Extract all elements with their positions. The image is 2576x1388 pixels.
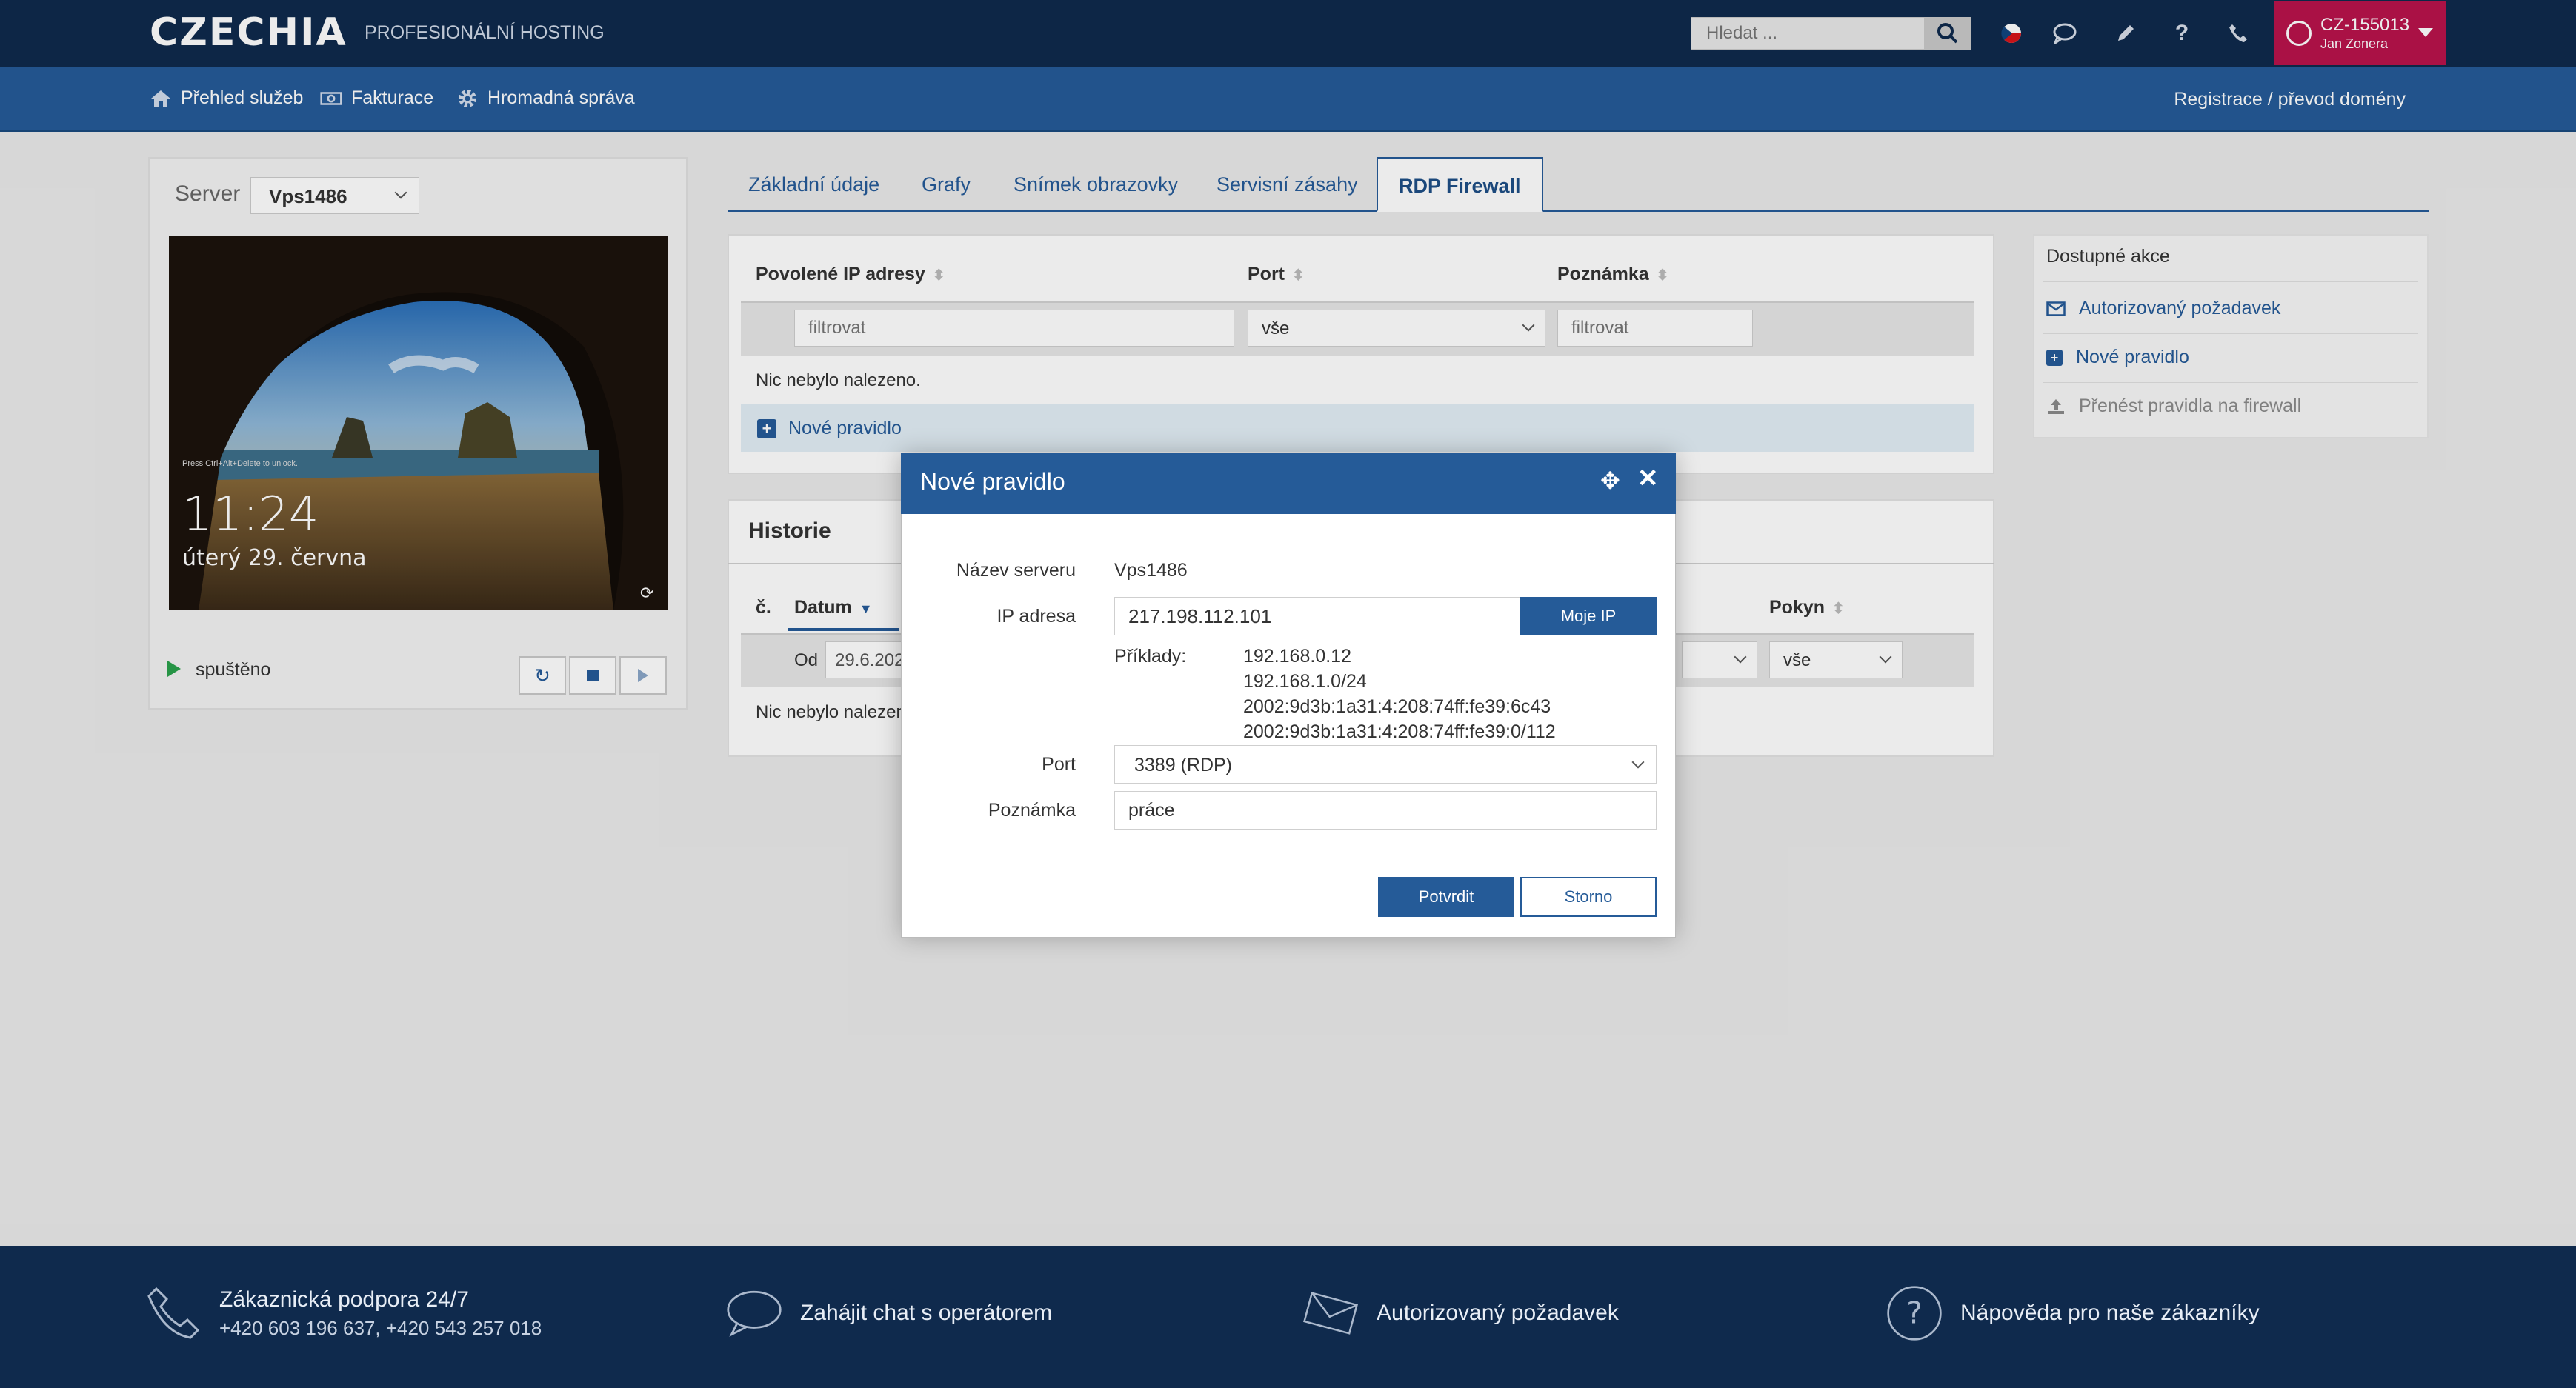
footer-authorized-request[interactable]: Autorizovaný požadavek — [1302, 1281, 1619, 1345]
new-rule-dialog — [901, 453, 1676, 938]
move-icon[interactable]: ✥ — [1600, 467, 1620, 495]
support-phones: +420 603 196 637, +420 543 257 018 — [219, 1316, 542, 1339]
envelope-icon — [1302, 1281, 1359, 1345]
help-icon: ? — [1886, 1281, 1943, 1345]
confirm-button[interactable]: Potvrdit — [1378, 877, 1514, 917]
chat-label: Zahájit chat s operátorem — [800, 1301, 1053, 1325]
ip-address-input[interactable] — [1114, 597, 1520, 635]
examples-label: Příklady: — [1114, 646, 1187, 667]
server-name-value: Vps1486 — [1114, 560, 1188, 581]
note-label: Poznámka — [988, 800, 1076, 821]
example-ip: 2002:9d3b:1a31:4:208:74ff:fe39:6c43 — [1243, 696, 1551, 717]
note-input[interactable] — [1114, 791, 1657, 830]
example-ip: 192.168.1.0/24 — [1243, 671, 1367, 692]
close-icon[interactable]: ✕ — [1637, 464, 1659, 493]
cancel-button[interactable]: Storno — [1520, 877, 1657, 917]
footer-help[interactable]: ? Nápověda pro naše zákazníky — [1886, 1281, 2260, 1345]
my-ip-button[interactable]: Moje IP — [1520, 597, 1657, 635]
svg-text:?: ? — [1906, 1295, 1923, 1330]
chevron-down-icon — [1631, 755, 1645, 769]
footer-chat[interactable]: Zahájit chat s operátorem — [726, 1281, 1052, 1345]
phone-icon — [145, 1281, 202, 1345]
server-name-label: Název serveru — [956, 560, 1076, 581]
port-select-value: 3389 (RDP) — [1134, 755, 1232, 775]
dialog-title: Nové pravidlo — [920, 468, 1065, 495]
port-select[interactable]: 3389 (RDP) — [1114, 745, 1657, 784]
chat-icon — [726, 1281, 782, 1345]
ip-address-label: IP adresa — [996, 606, 1076, 627]
example-ip: 2002:9d3b:1a31:4:208:74ff:fe39:0/112 — [1243, 721, 1556, 742]
help-label: Nápověda pro naše zákazníky — [1960, 1301, 2260, 1325]
footer-support[interactable]: Zákaznická podpora 24/7 +420 603 196 637… — [145, 1281, 542, 1345]
example-ip: 192.168.0.12 — [1243, 646, 1351, 667]
support-title: Zákaznická podpora 24/7 — [219, 1287, 469, 1312]
authorized-request-label: Autorizovaný požadavek — [1377, 1301, 1619, 1325]
port-label: Port — [1042, 754, 1076, 775]
